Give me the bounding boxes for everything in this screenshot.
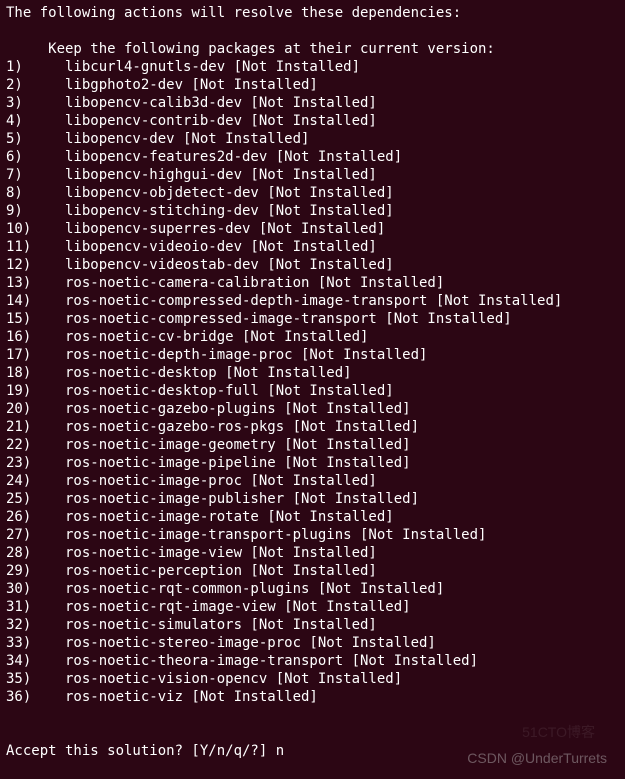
package-line: 35) ros-noetic-vision-opencv [Not Instal… — [6, 670, 619, 688]
package-line: 32) ros-noetic-simulators [Not Installed… — [6, 616, 619, 634]
package-line: 23) ros-noetic-image-pipeline [Not Insta… — [6, 454, 619, 472]
intro-line: The following actions will resolve these… — [6, 4, 619, 22]
package-line: 13) ros-noetic-camera-calibration [Not I… — [6, 274, 619, 292]
package-line: 21) ros-noetic-gazebo-ros-pkgs [Not Inst… — [6, 418, 619, 436]
package-line: 14) ros-noetic-compressed-depth-image-tr… — [6, 292, 619, 310]
terminal-output: The following actions will resolve these… — [6, 4, 619, 706]
package-line: 33) ros-noetic-stereo-image-proc [Not In… — [6, 634, 619, 652]
package-line: 36) ros-noetic-viz [Not Installed] — [6, 688, 619, 706]
package-line: 27) ros-noetic-image-transport-plugins [… — [6, 526, 619, 544]
keep-header-line: Keep the following packages at their cur… — [6, 40, 619, 58]
prompt-input-value[interactable]: n — [276, 743, 284, 759]
watermark-blog: 51CTO博客 — [522, 723, 595, 741]
package-line: 11) libopencv-videoio-dev [Not Installed… — [6, 238, 619, 256]
package-line: 28) ros-noetic-image-view [Not Installed… — [6, 544, 619, 562]
package-line: 15) ros-noetic-compressed-image-transpor… — [6, 310, 619, 328]
package-line: 24) ros-noetic-image-proc [Not Installed… — [6, 472, 619, 490]
package-line: 12) libopencv-videostab-dev [Not Install… — [6, 256, 619, 274]
package-line: 19) ros-noetic-desktop-full [Not Install… — [6, 382, 619, 400]
blank-line — [6, 22, 619, 40]
package-line: 18) ros-noetic-desktop [Not Installed] — [6, 364, 619, 382]
accept-prompt[interactable]: Accept this solution? [Y/n/q/?] n — [6, 742, 619, 760]
package-line: 1) libcurl4-gnutls-dev [Not Installed] — [6, 58, 619, 76]
package-line: 30) ros-noetic-rqt-common-plugins [Not I… — [6, 580, 619, 598]
package-line: 5) libopencv-dev [Not Installed] — [6, 130, 619, 148]
package-line: 6) libopencv-features2d-dev [Not Install… — [6, 148, 619, 166]
package-line: 10) libopencv-superres-dev [Not Installe… — [6, 220, 619, 238]
package-line: 7) libopencv-highgui-dev [Not Installed] — [6, 166, 619, 184]
package-line: 34) ros-noetic-theora-image-transport [N… — [6, 652, 619, 670]
package-line: 4) libopencv-contrib-dev [Not Installed] — [6, 112, 619, 130]
package-line: 2) libgphoto2-dev [Not Installed] — [6, 76, 619, 94]
package-line: 16) ros-noetic-cv-bridge [Not Installed] — [6, 328, 619, 346]
package-line: 31) ros-noetic-rqt-image-view [Not Insta… — [6, 598, 619, 616]
package-line: 20) ros-noetic-gazebo-plugins [Not Insta… — [6, 400, 619, 418]
package-list: 1) libcurl4-gnutls-dev [Not Installed]2)… — [6, 58, 619, 706]
package-line: 22) ros-noetic-image-geometry [Not Insta… — [6, 436, 619, 454]
package-line: 8) libopencv-objdetect-dev [Not Installe… — [6, 184, 619, 202]
package-line: 3) libopencv-calib3d-dev [Not Installed] — [6, 94, 619, 112]
package-line: 26) ros-noetic-image-rotate [Not Install… — [6, 508, 619, 526]
package-line: 17) ros-noetic-depth-image-proc [Not Ins… — [6, 346, 619, 364]
package-line: 25) ros-noetic-image-publisher [Not Inst… — [6, 490, 619, 508]
package-line: 9) libopencv-stitching-dev [Not Installe… — [6, 202, 619, 220]
prompt-label: Accept this solution? [Y/n/q/?] — [6, 743, 276, 759]
package-line: 29) ros-noetic-perception [Not Installed… — [6, 562, 619, 580]
